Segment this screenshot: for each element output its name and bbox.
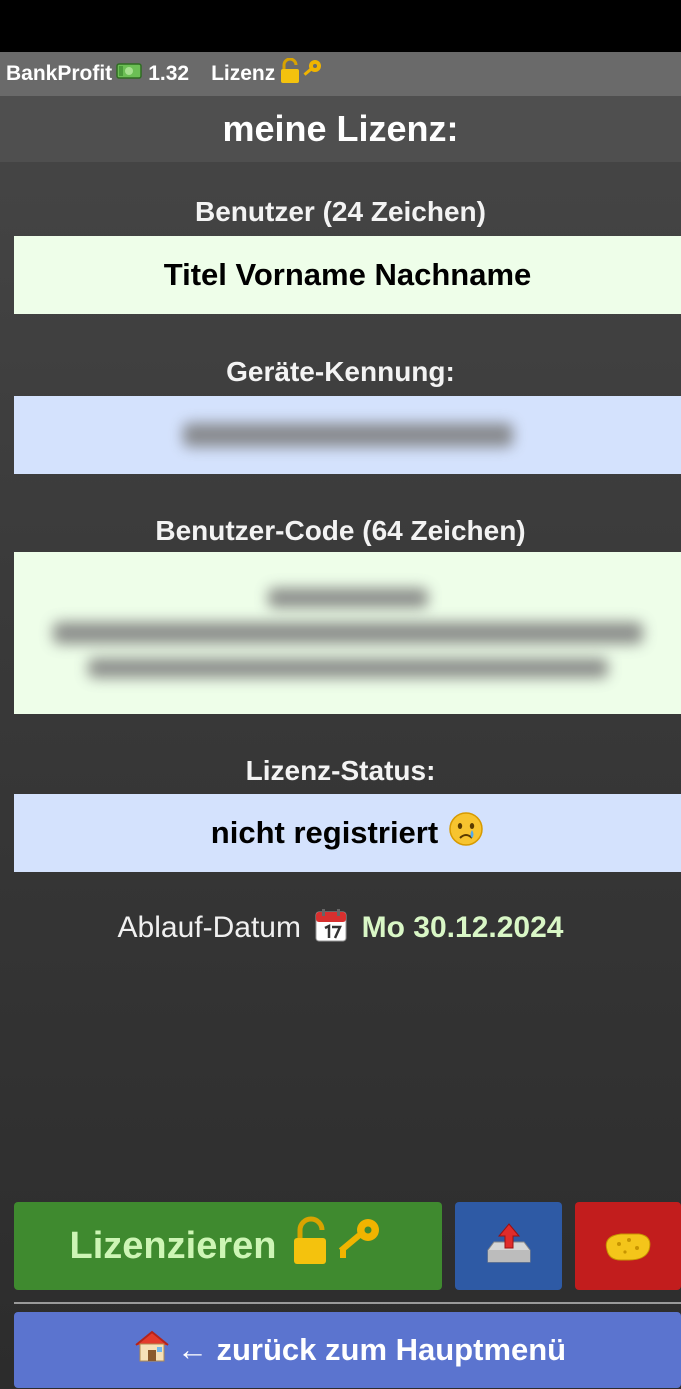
code-redacted-line-2 [52, 622, 643, 644]
status-label: Lizenz-Status: [245, 755, 436, 786]
app-name: BankProfit [6, 62, 113, 85]
section-name: Lizenz [211, 62, 276, 85]
code-redacted-line-1 [267, 588, 428, 608]
status-value: nicht registriert [210, 815, 439, 850]
code-redacted-line-3 [87, 658, 608, 678]
page-title: meine Lizenz: [0, 96, 681, 162]
status-field: nicht registriert [14, 794, 681, 872]
app-version: 1.32 [148, 62, 190, 85]
code-label: Benutzer-Code (64 Zeichen) [155, 515, 526, 546]
calendar-icon [315, 908, 347, 950]
license-button[interactable]: Lizenzieren [14, 1202, 442, 1290]
clear-button[interactable] [575, 1202, 681, 1290]
expiry-row: Ablauf-Datum Mo 30.12.2024 [0, 908, 681, 950]
sponge-icon [601, 1224, 655, 1269]
user-code-field[interactable] [14, 552, 681, 714]
device-label: Geräte-Kennung: [226, 356, 455, 387]
device-id-field[interactable] [14, 396, 681, 474]
upload-tray-icon [484, 1222, 534, 1271]
user-value: Titel Vorname Nachname [163, 257, 532, 292]
device-id-redacted [182, 423, 513, 447]
crying-face-icon [448, 811, 484, 855]
expiry-label: Ablauf-Datum [117, 910, 301, 944]
divider [14, 1302, 681, 1304]
lock-key-icon [279, 57, 325, 90]
title-bar: BankProfit 1.32 Lizenz [0, 52, 681, 96]
expiry-date: Mo 30.12.2024 [361, 910, 564, 944]
user-label: Benutzer (24 Zeichen) [195, 196, 486, 227]
license-button-label: Lizenzieren [69, 1224, 277, 1267]
upload-button[interactable] [455, 1202, 562, 1290]
back-button-label: ← zurück zum Hauptmenü [176, 1332, 567, 1367]
money-icon [116, 61, 142, 87]
house-icon [133, 1329, 171, 1371]
license-screen: BankProfit 1.32 Lizenz meine Lizenz: Ben… [0, 52, 681, 1389]
user-field[interactable]: Titel Vorname Nachname [14, 236, 681, 314]
system-status-bar [0, 0, 681, 52]
back-to-main-menu-button[interactable]: ← zurück zum Hauptmenü [14, 1312, 681, 1388]
lock-key-icon [290, 1216, 386, 1276]
